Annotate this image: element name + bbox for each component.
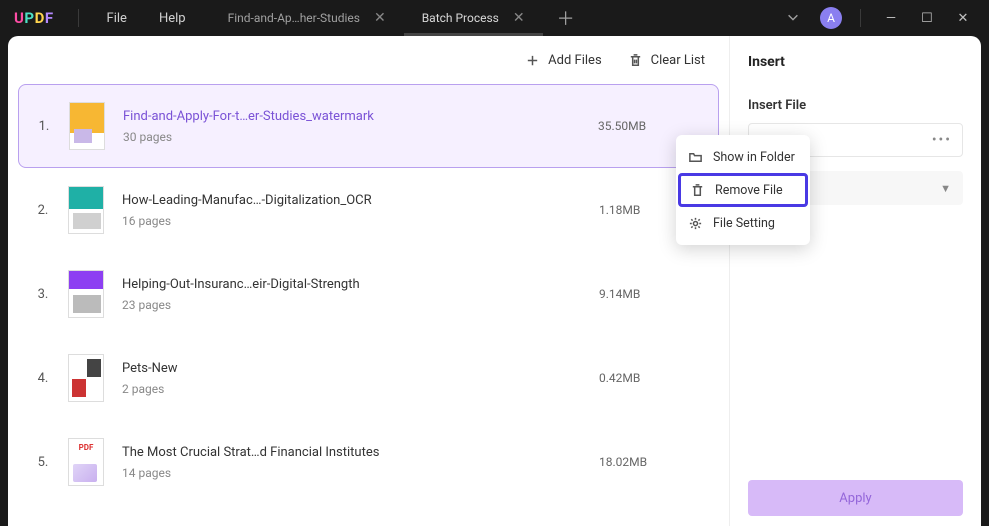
menu-file[interactable]: File (91, 11, 143, 26)
file-row[interactable]: 5. The Most Crucial Strat…d Financial In… (18, 420, 719, 504)
plus-icon (525, 53, 540, 68)
close-button[interactable]: ✕ (945, 11, 981, 26)
file-info: Pets-New 2 pages (122, 361, 599, 396)
file-title: How-Leading-Manufac…-Digitalization_OCR (122, 193, 599, 208)
file-pages: 2 pages (122, 382, 599, 396)
file-size: 35.50MB (598, 119, 708, 133)
ctx-label: Show in Folder (713, 150, 795, 165)
button-label: Add Files (548, 53, 601, 68)
file-info: Find-and-Apply-For-t…er-Studies_watermar… (123, 109, 598, 144)
tab-document[interactable]: Find-and-Ap…her-Studies ✕ (210, 0, 404, 36)
minimize-button[interactable]: — (873, 11, 909, 26)
file-pages: 30 pages (123, 130, 598, 144)
avatar[interactable]: A (820, 7, 842, 29)
file-list: 1. Find-and-Apply-For-t…er-Studies_water… (8, 84, 729, 526)
ctx-label: File Setting (713, 216, 775, 231)
file-title: The Most Crucial Strat…d Financial Insti… (122, 445, 599, 460)
close-icon[interactable]: ✕ (513, 10, 525, 26)
tab-label: Batch Process (422, 11, 499, 25)
ctx-remove-file[interactable]: Remove File (678, 173, 808, 207)
apply-button[interactable]: Apply (748, 480, 963, 516)
workspace: Add Files Clear List 1. Find-and-Apply-F… (8, 36, 981, 526)
file-thumbnail (69, 102, 105, 150)
file-thumbnail (68, 438, 104, 486)
maximize-button[interactable]: ☐ (909, 11, 945, 26)
file-title: Find-and-Apply-For-t…er-Studies_watermar… (123, 109, 598, 124)
file-row[interactable]: 1. Find-and-Apply-For-t…er-Studies_water… (18, 84, 719, 168)
trash-icon (628, 53, 643, 68)
add-files-button[interactable]: Add Files (525, 53, 601, 68)
file-pages: 14 pages (122, 466, 599, 480)
gear-icon (688, 216, 703, 231)
file-row[interactable]: 3. Helping-Out-Insuranc…eir-Digital-Stre… (18, 252, 719, 336)
file-info: Helping-Out-Insuranc…eir-Digital-Strengt… (122, 277, 599, 312)
divider (78, 9, 79, 27)
toolbar: Add Files Clear List (8, 36, 729, 84)
row-index: 3. (18, 287, 68, 302)
main-panel: Add Files Clear List 1. Find-and-Apply-F… (8, 36, 729, 526)
file-size: 9.14MB (599, 287, 709, 301)
row-index: 5. (18, 455, 68, 470)
file-thumbnail (68, 354, 104, 402)
file-info: How-Leading-Manufac…-Digitalization_OCR … (122, 193, 599, 228)
section-label: Insert File (748, 98, 963, 113)
file-row[interactable]: 4. Pets-New 2 pages 0.42MB (18, 336, 719, 420)
row-index: 1. (19, 119, 69, 134)
panel-title: Insert (748, 54, 963, 70)
titlebar: UPDF File Help Find-and-Ap…her-Studies ✕… (0, 0, 989, 36)
context-menu: Show in Folder Remove File File Setting (676, 135, 810, 245)
clear-list-button[interactable]: Clear List (628, 53, 705, 68)
menu-help[interactable]: Help (143, 11, 202, 26)
trash-icon (690, 183, 705, 198)
file-info: The Most Crucial Strat…d Financial Insti… (122, 445, 599, 480)
app-logo: UPDF (14, 9, 54, 27)
file-thumbnail (68, 186, 104, 234)
button-label: Clear List (651, 53, 705, 68)
chevron-down-icon[interactable] (772, 9, 814, 28)
side-panel: Insert Insert File ••• ▼ Apply (729, 36, 981, 526)
ctx-file-setting[interactable]: File Setting (676, 207, 810, 239)
file-size: 18.02MB (599, 455, 709, 469)
row-index: 4. (18, 371, 68, 386)
file-size: 0.42MB (599, 371, 709, 385)
tab-batch-process[interactable]: Batch Process ✕ (404, 0, 543, 36)
close-icon[interactable]: ✕ (374, 10, 386, 26)
file-title: Pets-New (122, 361, 599, 376)
new-tab-button[interactable]: ＋ (543, 5, 589, 31)
row-index: 2. (18, 203, 68, 218)
file-thumbnail (68, 270, 104, 318)
ctx-label: Remove File (715, 183, 783, 198)
ctx-show-in-folder[interactable]: Show in Folder (676, 141, 810, 173)
file-pages: 16 pages (122, 214, 599, 228)
tab-label: Find-and-Ap…her-Studies (228, 11, 360, 25)
file-pages: 23 pages (122, 298, 599, 312)
file-row[interactable]: 2. How-Leading-Manufac…-Digitalization_O… (18, 168, 719, 252)
folder-icon (688, 150, 703, 165)
divider (860, 9, 861, 27)
file-title: Helping-Out-Insuranc…eir-Digital-Strengt… (122, 277, 599, 292)
